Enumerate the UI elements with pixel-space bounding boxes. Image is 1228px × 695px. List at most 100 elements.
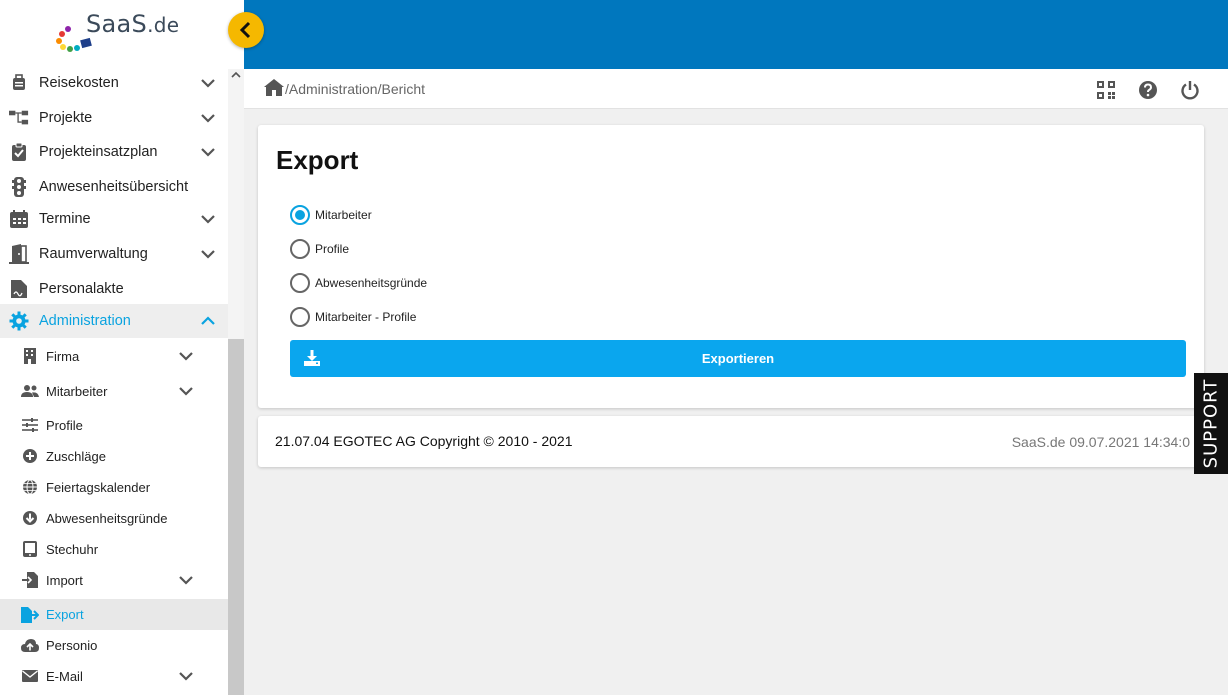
- sidebar-item-label: Anwesenheitsübersicht: [39, 179, 189, 195]
- top-header-bar: [244, 0, 1228, 69]
- traffic-light-icon: [9, 177, 29, 197]
- chevron-down-icon[interactable]: [198, 73, 218, 93]
- radio-label: Mitarbeiter - Profile: [315, 310, 417, 324]
- globe-icon: [21, 478, 39, 496]
- chevron-down-icon[interactable]: [176, 666, 196, 686]
- sidebar: SaaS.de Reisekosten Projekte Projekteins…: [0, 0, 244, 695]
- radio-button[interactable]: [290, 307, 310, 327]
- sidebar-item-label: Abwesenheitsgründe: [46, 510, 168, 526]
- radio-button[interactable]: [290, 239, 310, 259]
- sidebar-item-projekteinsatzplan[interactable]: Projekteinsatzplan: [0, 135, 228, 169]
- sidebar-item-label: Administration: [39, 313, 131, 329]
- file-signature-icon: [9, 279, 29, 299]
- scroll-up-arrow-icon[interactable]: [231, 71, 241, 82]
- sidebar-subitem-stechuhr[interactable]: Stechuhr: [0, 532, 228, 566]
- breadcrumb[interactable]: /Administration/Bericht: [285, 81, 425, 97]
- version-timestamp: SaaS.de 09.07.2021 14:34:0: [1011, 434, 1190, 450]
- gear-icon: [9, 311, 29, 331]
- sidebar-item-label: Personio: [46, 637, 98, 653]
- door-icon: [9, 244, 29, 264]
- sidebar-item-label: Firma: [46, 348, 80, 364]
- logo[interactable]: SaaS.de: [0, 0, 244, 69]
- sidebar-scrollbar[interactable]: [228, 69, 244, 695]
- sidebar-item-label: Personalakte: [39, 281, 124, 297]
- clipboard-check-icon: [9, 142, 29, 162]
- radio-mitarbeiter[interactable]: Mitarbeiter: [290, 204, 372, 226]
- sidebar-item-administration[interactable]: Administration: [0, 304, 228, 338]
- file-export-icon: [21, 606, 39, 624]
- qr-code-icon[interactable]: [1095, 79, 1117, 101]
- sidebar-subitem-mitarbeiter[interactable]: Mitarbeiter: [0, 374, 228, 408]
- arrow-down-circle-icon: [21, 509, 39, 527]
- collapse-sidebar-button[interactable]: [228, 12, 264, 48]
- sidebar-item-label: Projekte: [39, 110, 93, 126]
- chevron-down-icon[interactable]: [198, 244, 218, 264]
- brand-name: SaaS.de: [86, 10, 180, 38]
- tablet-icon: [21, 540, 39, 558]
- sidebar-subitem-zuschlaege[interactable]: Zuschläge: [0, 439, 228, 473]
- sidebar-item-label: Projekteinsatzplan: [39, 144, 158, 160]
- sidebar-menu: Reisekosten Projekte Projekteinsatzplan …: [0, 69, 228, 695]
- copyright-text: 21.07.04 EGOTEC AG Copyright © 2010 - 20…: [275, 433, 573, 449]
- sidebar-item-label: E-Mail: [46, 668, 83, 684]
- support-label: SUPPORT: [1200, 378, 1222, 469]
- power-icon[interactable]: [1179, 79, 1201, 101]
- plus-circle-icon: [21, 447, 39, 465]
- sidebar-item-label: Raumverwaltung: [39, 246, 148, 262]
- sidebar-subitem-email[interactable]: E-Mail: [0, 659, 228, 693]
- chevron-down-icon[interactable]: [198, 108, 218, 128]
- sidebar-item-raumverwaltung[interactable]: Raumverwaltung: [0, 237, 228, 271]
- sidebar-item-label: Import: [46, 572, 83, 588]
- export-card: Export Mitarbeiter Profile Abwesenheitsg…: [258, 125, 1204, 408]
- help-icon[interactable]: [1137, 79, 1159, 101]
- sidebar-subitem-abwesenheitsgruende[interactable]: Abwesenheitsgründe: [0, 501, 228, 535]
- sidebar-item-label: Reisekosten: [39, 75, 119, 91]
- export-button-label: Exportieren: [701, 351, 775, 366]
- sidebar-item-personalakte[interactable]: Personalakte: [0, 272, 228, 306]
- chevron-down-icon[interactable]: [176, 381, 196, 401]
- users-icon: [21, 382, 39, 400]
- sidebar-item-label: Export: [46, 607, 84, 622]
- radio-mitarbeiter-profile[interactable]: Mitarbeiter - Profile: [290, 306, 416, 328]
- sidebar-subitem-firma[interactable]: Firma: [0, 339, 228, 373]
- building-icon: [21, 347, 39, 365]
- sidebar-item-label: Termine: [39, 211, 91, 227]
- chevron-down-icon[interactable]: [198, 209, 218, 229]
- radio-profile[interactable]: Profile: [290, 238, 349, 260]
- cloud-upload-icon: [21, 636, 39, 654]
- sidebar-subitem-export[interactable]: Export: [0, 599, 228, 630]
- sidebar-subitem-profile[interactable]: Profile: [0, 408, 228, 442]
- suitcase-icon: [9, 73, 29, 93]
- export-button[interactable]: Exportieren: [290, 340, 1186, 377]
- sidebar-subitem-feiertagskalender[interactable]: Feiertagskalender: [0, 470, 228, 504]
- chevron-up-icon[interactable]: [198, 311, 218, 331]
- radio-abwesenheitsgruende[interactable]: Abwesenheitsgründe: [290, 272, 427, 294]
- sliders-icon: [21, 416, 39, 434]
- radio-button[interactable]: [290, 205, 310, 225]
- radio-label: Profile: [315, 242, 350, 256]
- radio-button[interactable]: [290, 273, 310, 293]
- sidebar-subitem-personio[interactable]: Personio: [0, 628, 228, 662]
- support-tab[interactable]: SUPPORT: [1194, 373, 1228, 474]
- sidebar-item-label: Profile: [46, 417, 83, 433]
- home-icon[interactable]: [264, 79, 284, 101]
- project-tree-icon: [9, 108, 29, 128]
- sidebar-item-projekte[interactable]: Projekte: [0, 101, 228, 135]
- chevron-down-icon[interactable]: [176, 346, 196, 366]
- sidebar-item-label: Stechuhr: [46, 541, 99, 557]
- page-title: Export: [276, 145, 359, 175]
- envelope-icon: [21, 667, 39, 685]
- sidebar-item-termine[interactable]: Termine: [0, 202, 228, 236]
- sidebar-subitem-import[interactable]: Import: [0, 563, 228, 597]
- chevron-left-icon: [239, 21, 251, 39]
- file-import-icon: [21, 571, 39, 589]
- footer-card: 21.07.04 EGOTEC AG Copyright © 2010 - 20…: [258, 416, 1204, 467]
- sidebar-item-label: Feiertagskalender: [46, 479, 151, 495]
- scrollbar-thumb[interactable]: [228, 339, 244, 695]
- calendar-icon: [9, 209, 29, 229]
- chevron-down-icon[interactable]: [176, 570, 196, 590]
- sidebar-item-anwesenheitsuebersicht[interactable]: Anwesenheitsübersicht: [0, 170, 228, 204]
- sidebar-item-reisekosten[interactable]: Reisekosten: [0, 69, 228, 100]
- chevron-down-icon[interactable]: [198, 142, 218, 162]
- sidebar-item-label: Zuschläge: [46, 448, 106, 464]
